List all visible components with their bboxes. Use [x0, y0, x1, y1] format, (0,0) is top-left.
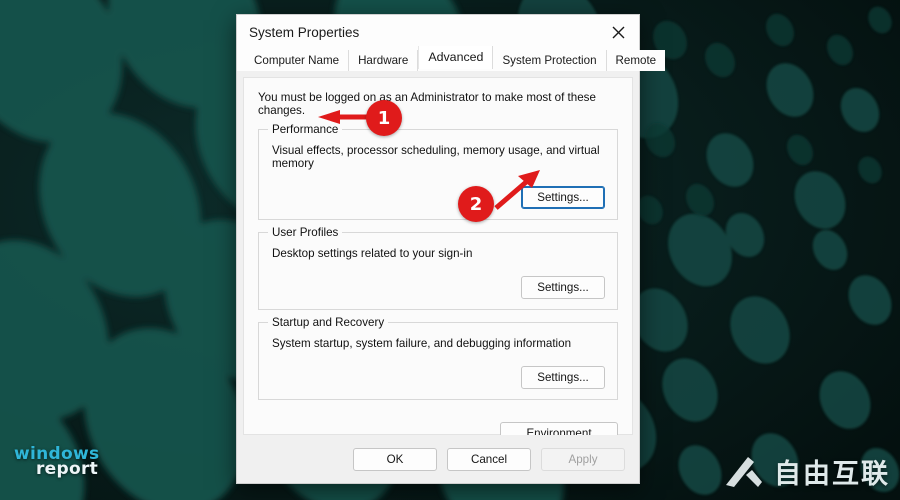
ok-button[interactable]: OK: [353, 447, 437, 471]
startup-recovery-description: System startup, system failure, and debu…: [272, 337, 572, 350]
tab-remote[interactable]: Remote: [606, 50, 666, 71]
tab-hardware[interactable]: Hardware: [349, 50, 419, 71]
startup-recovery-settings-button[interactable]: Settings...: [521, 366, 605, 389]
startup-recovery-group-legend: Startup and Recovery: [268, 316, 389, 329]
dialog-title: System Properties: [249, 24, 360, 40]
user-profiles-settings-button[interactable]: Settings...: [521, 276, 605, 299]
startup-recovery-group: Startup and Recovery System startup, sys…: [258, 316, 618, 400]
user-profiles-description: Desktop settings related to your sign-in: [272, 247, 473, 260]
advanced-tab-pane: You must be logged on as an Administrato…: [243, 77, 633, 458]
dialog-titlebar: System Properties: [237, 15, 639, 49]
watermark-windows-report: windows report: [14, 446, 99, 478]
performance-group-legend: Performance: [268, 123, 343, 136]
watermark-ziyouhulian: 自由互联: [724, 452, 890, 491]
close-icon[interactable]: [597, 15, 639, 49]
user-profiles-group: User Profiles Desktop settings related t…: [258, 226, 618, 310]
administrator-note: You must be logged on as an Administrato…: [258, 91, 596, 117]
apply-button: Apply: [541, 447, 625, 471]
tab-advanced[interactable]: Advanced: [418, 46, 494, 69]
annotation-badge-2: 2: [458, 186, 494, 222]
annotation-badge-1-label: 1: [377, 107, 391, 129]
system-properties-dialog: System Properties Computer Name Hardware…: [236, 14, 666, 484]
user-profiles-group-legend: User Profiles: [268, 226, 343, 239]
performance-description: Visual effects, processor scheduling, me…: [272, 144, 600, 170]
watermark-right-text: 自由互联: [774, 459, 890, 490]
annotation-badge-2-label: 2: [469, 193, 483, 215]
dialog-footer: OK Cancel Apply: [237, 435, 639, 483]
performance-group: Performance Visual effects, processor sc…: [258, 123, 618, 220]
cancel-button[interactable]: Cancel: [447, 447, 531, 471]
watermark-line-2: report: [36, 459, 99, 479]
tab-strip: Computer Name Hardware Advanced System P…: [237, 46, 666, 71]
x-logo-icon: [724, 455, 764, 489]
tab-system-protection[interactable]: System Protection: [493, 50, 607, 71]
tab-computer-name[interactable]: Computer Name: [245, 50, 350, 71]
performance-settings-button[interactable]: Settings...: [521, 186, 605, 209]
annotation-badge-1: 1: [366, 100, 402, 136]
